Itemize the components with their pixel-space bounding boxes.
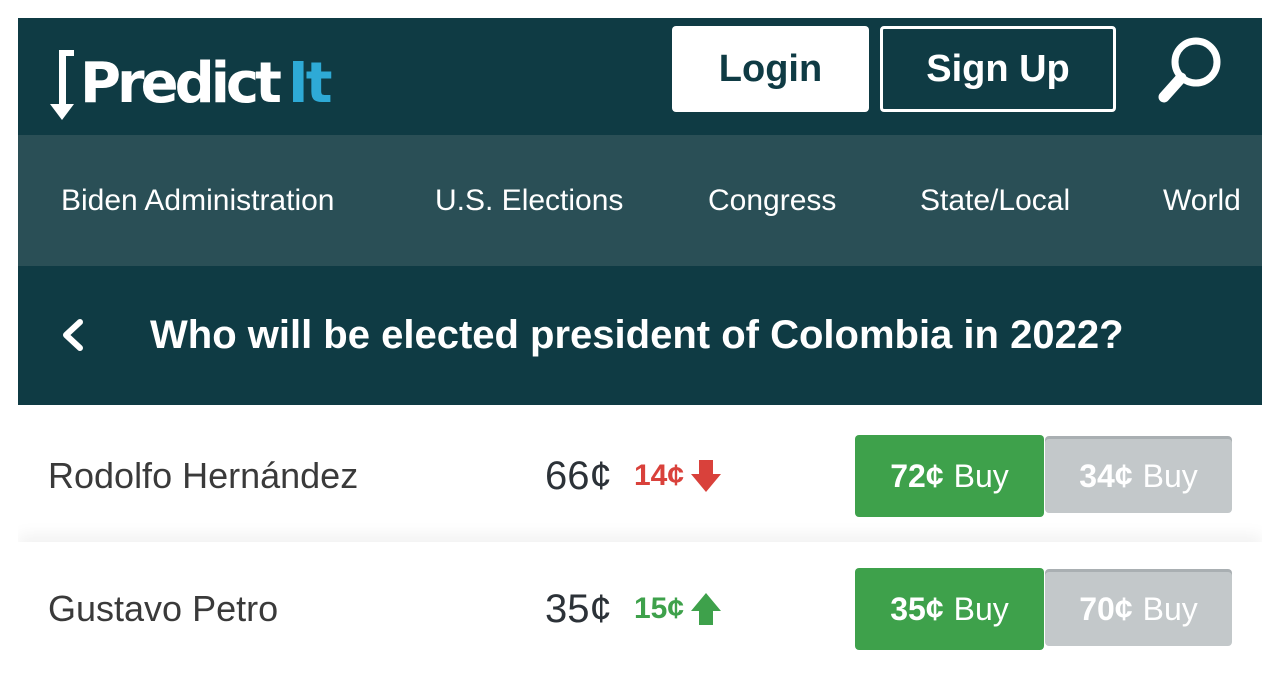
buy-no-label: Buy (1142, 457, 1198, 494)
buy-no-button[interactable]: 34¢ Buy (1045, 439, 1232, 513)
search-icon[interactable] (1156, 34, 1224, 106)
buy-yes-button[interactable]: 72¢ Buy (855, 435, 1044, 517)
buy-no-button[interactable]: 70¢ Buy (1045, 572, 1232, 646)
app-frame: Predict It Login Sign Up Biden Administr… (18, 18, 1262, 660)
price-change-value: 15¢ (634, 592, 685, 625)
category-nav: Biden Administration U.S. Elections Cong… (18, 135, 1262, 266)
market-title-bar: Who will be elected president of Colombi… (18, 266, 1262, 405)
nav-item-biden-administration[interactable]: Biden Administration (61, 135, 335, 266)
buy-no-label: Buy (1142, 590, 1198, 627)
contract-name[interactable]: Gustavo Petro (48, 542, 278, 660)
nav-item-us-elections[interactable]: U.S. Elections (435, 135, 623, 266)
contract-name[interactable]: Rodolfo Hernández (48, 409, 358, 543)
buy-yes-price: 35¢ (890, 590, 944, 627)
predictit-logo[interactable]: Predict It (48, 44, 333, 124)
chevron-left-icon[interactable] (56, 310, 88, 360)
nav-item-congress[interactable]: Congress (708, 135, 836, 266)
top-header: Predict It Login Sign Up (18, 18, 1262, 135)
buy-yes-label: Buy (953, 590, 1009, 627)
arrow-down-icon (691, 460, 722, 492)
price-change: 15¢ (634, 542, 722, 660)
buy-no-price: 70¢ (1079, 590, 1133, 627)
logo-wordmark: Predict (80, 51, 282, 116)
buy-no-price: 34¢ (1079, 457, 1133, 494)
buy-yes-label: Buy (953, 457, 1009, 494)
price-change: 14¢ (634, 409, 722, 543)
last-price: 66¢ (545, 453, 612, 498)
contract-row: Gustavo Petro 35¢ 15¢ 35¢ Buy 70¢ Buy (18, 542, 1262, 660)
nav-item-state-local[interactable]: State/Local (920, 135, 1070, 266)
buy-yes-button[interactable]: 35¢ Buy (855, 568, 1044, 650)
market-title: Who will be elected president of Colombi… (150, 313, 1124, 357)
nav-item-world[interactable]: World (1163, 135, 1241, 266)
last-price: 35¢ (545, 586, 612, 631)
buy-yes-price: 72¢ (890, 457, 944, 494)
logo-arrow-icon (50, 50, 74, 120)
signup-button[interactable]: Sign Up (880, 26, 1116, 112)
contract-row: Rodolfo Hernández 66¢ 14¢ 72¢ Buy 34¢ Bu… (18, 409, 1262, 543)
arrow-up-icon (691, 593, 722, 625)
login-button[interactable]: Login (672, 26, 869, 112)
logo-wordmark-accent: It (287, 51, 333, 116)
price-change-value: 14¢ (634, 459, 685, 492)
